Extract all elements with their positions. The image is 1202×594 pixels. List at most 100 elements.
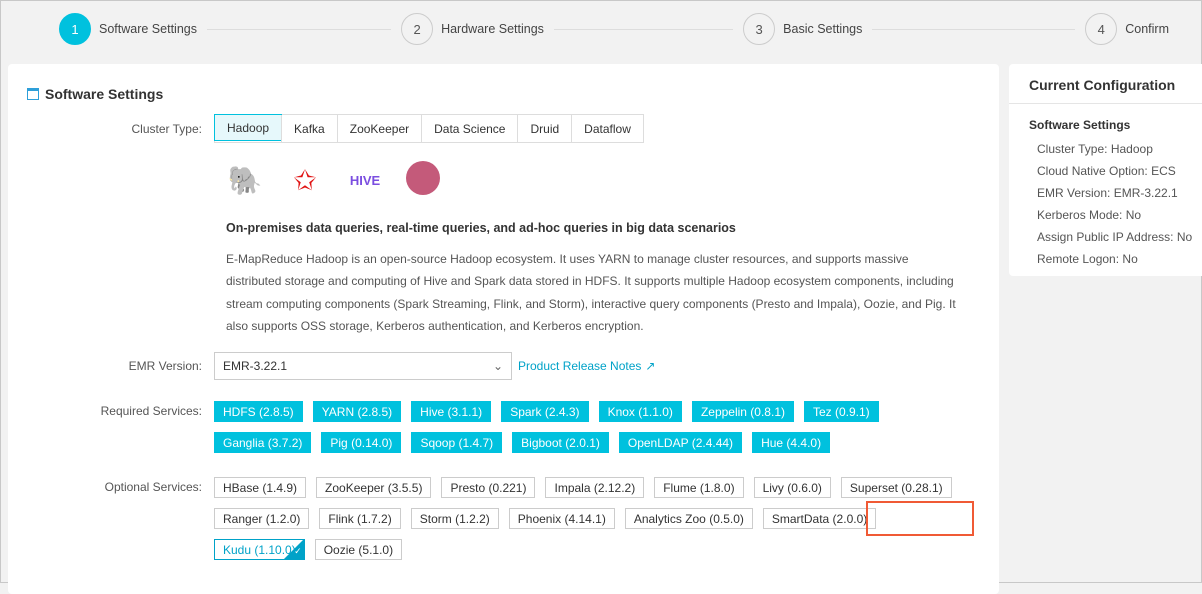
config-value: EMR-3.22.1 <box>1113 186 1178 200</box>
required-services-label: Required Services: <box>100 404 202 418</box>
step-label: Confirm <box>1125 22 1169 36</box>
cluster-type-label: Cluster Type: <box>131 121 202 136</box>
step-connector <box>206 28 392 30</box>
optional-services-list: HBase (1.4.9) ZooKeeper (3.5.5) Presto (0.… <box>214 477 964 560</box>
config-item: Cluster Type: Hadoop <box>1037 138 1202 160</box>
optional-services-label: Optional Services: <box>104 480 202 494</box>
optional-service-presto[interactable]: Presto (0.221) <box>441 477 536 498</box>
cluster-type-tabs: Hadoop Kafka ZooKeeper Data Science Drui… <box>214 114 644 143</box>
optional-service-flink[interactable]: Flink (1.7.2) <box>319 508 401 529</box>
config-key: EMR Version: <box>1037 186 1111 200</box>
step-connector <box>872 28 1076 30</box>
panel-title-text: Software Settings <box>45 86 164 102</box>
component-logos: 🐘 ✩ HIVE <box>226 161 440 199</box>
optional-service-superset[interactable]: Superset (0.28.1) <box>840 477 952 498</box>
step-number: 3 <box>743 13 776 45</box>
config-value: ECS <box>1151 164 1176 178</box>
step-hardware-settings[interactable]: 2 Hardware Settings <box>401 13 743 45</box>
emr-version-label: EMR Version: <box>128 359 202 373</box>
cluster-type-heading: On-premises data queries, real-time quer… <box>226 221 736 235</box>
flink-squirrel-icon <box>406 161 440 195</box>
optional-service-livy[interactable]: Livy (0.6.0) <box>753 477 831 498</box>
release-notes-text: Product Release Notes <box>518 359 642 373</box>
required-service-zeppelin: Zeppelin (0.8.1) <box>691 401 794 422</box>
service-label: Ranger (1.2.0) <box>223 511 301 526</box>
required-service-hue: Hue (4.4.0) <box>752 432 831 453</box>
service-label: Storm (1.2.2) <box>419 511 490 526</box>
step-number: 2 <box>401 13 434 45</box>
config-item: Remote Logon: No <box>1037 248 1202 270</box>
required-service-knox: Knox (1.1.0) <box>598 401 682 422</box>
required-service-bigboot: Bigboot (2.0.1) <box>512 432 609 453</box>
service-label: Oozie (5.1.0) <box>323 542 394 557</box>
hive-bee-icon: HIVE <box>349 172 381 188</box>
wizard-steps: 1 Software Settings 2 Hardware Settings 3B… <box>59 11 1169 47</box>
config-value: No <box>1176 230 1193 244</box>
external-link-icon: ↗ <box>645 359 656 373</box>
service-label: ZooKeeper (3.5.5) <box>325 480 423 495</box>
required-service-yarn: YARN (2.8.5) <box>312 401 402 422</box>
spark-star-icon: ✩ <box>293 164 317 196</box>
settings-window-icon <box>27 88 39 100</box>
config-item: Cloud Native Option: ECS <box>1037 160 1202 182</box>
cluster-type-hadoop[interactable]: Hadoop <box>214 114 283 141</box>
config-key: Assign Public IP Address: <box>1037 230 1174 244</box>
optional-service-analytics-zoo[interactable]: Analytics Zoo (0.5.0) <box>624 508 753 529</box>
step-label: Hardware Settings <box>441 22 544 36</box>
optional-service-kudu[interactable]: Kudu (1.10.0) ✓ <box>214 539 305 560</box>
required-service-hdfs: HDFS (2.8.5) <box>214 401 303 422</box>
required-service-sqoop: Sqoop (1.4.7) <box>411 432 503 453</box>
step-confirm[interactable]: 4 Confirm <box>1085 13 1169 45</box>
config-value: No <box>1125 208 1142 222</box>
optional-service-storm[interactable]: Storm (1.2.2) <box>410 508 499 529</box>
service-label: Superset (0.28.1) <box>849 480 943 495</box>
service-label: Presto (0.221) <box>450 480 527 495</box>
kudu-highlight-box <box>866 501 974 536</box>
config-key: Remote Logon: <box>1037 252 1120 266</box>
step-number: 1 <box>59 13 91 45</box>
cluster-type-dataflow[interactable]: Dataflow <box>571 115 643 142</box>
required-service-pig: Pig (0.14.0) <box>321 432 402 453</box>
required-services-list: HDFS (2.8.5) YARN (2.8.5) Hive (3.1.1) Spar… <box>214 401 964 453</box>
service-label: Livy (0.6.0) <box>762 480 822 495</box>
cluster-type-druid[interactable]: Druid <box>517 115 571 142</box>
emr-version-select[interactable]: EMR-3.22.1 ⌄ <box>214 352 512 380</box>
optional-service-zookeeper[interactable]: ZooKeeper (3.5.5) <box>316 477 432 498</box>
current-configuration-panel: Current Configuration Software Settings … <box>1009 64 1202 276</box>
step-connector <box>553 28 734 30</box>
optional-service-oozie[interactable]: Oozie (5.1.0) <box>314 539 403 560</box>
step-basic-settings[interactable]: 3 Basic Settings <box>743 13 1085 45</box>
step-number: 4 <box>1085 13 1118 45</box>
step-software-settings[interactable]: 1 Software Settings <box>59 13 401 45</box>
service-label: Impala (2.12.2) <box>554 480 636 495</box>
product-release-notes-link[interactable]: Product Release Notes ↗ <box>518 359 655 373</box>
step-label: Basic Settings <box>783 22 863 36</box>
required-service-ganglia: Ganglia (3.7.2) <box>214 432 312 453</box>
optional-service-impala[interactable]: Impala (2.12.2) <box>545 477 645 498</box>
required-service-spark: Spark (2.4.3) <box>501 401 589 422</box>
panel-title: Software Settings <box>27 86 163 102</box>
service-label: Analytics Zoo (0.5.0) <box>633 511 744 526</box>
config-value: Hadoop <box>1110 142 1153 156</box>
optional-service-smartdata[interactable]: SmartData (2.0.0) <box>762 508 877 529</box>
optional-service-phoenix[interactable]: Phoenix (4.14.1) <box>508 508 615 529</box>
cluster-type-data-science[interactable]: Data Science <box>421 115 517 142</box>
cluster-type-zookeeper[interactable]: ZooKeeper <box>336 115 421 142</box>
chevron-down-icon: ⌄ <box>492 359 503 373</box>
optional-service-flume[interactable]: Flume (1.8.0) <box>654 477 744 498</box>
software-settings-panel: Software Settings Cluster Type: Hadoop K… <box>8 64 999 594</box>
service-label: Flink (1.7.2) <box>328 511 392 526</box>
service-label: HBase (1.4.9) <box>223 480 298 495</box>
service-label: Flume (1.8.0) <box>663 480 735 495</box>
service-label: Phoenix (4.14.1) <box>517 511 606 526</box>
config-item: Kerberos Mode: No <box>1037 204 1202 226</box>
emr-version-value: EMR-3.22.1 <box>223 359 288 373</box>
cluster-type-kafka[interactable]: Kafka <box>281 115 337 142</box>
optional-service-hbase[interactable]: HBase (1.4.9) <box>214 477 307 498</box>
required-service-tez: Tez (0.9.1) <box>803 401 879 422</box>
optional-service-ranger[interactable]: Ranger (1.2.0) <box>214 508 310 529</box>
config-item: EMR Version: EMR-3.22.1 <box>1037 182 1202 204</box>
checkmark-icon: ✓ <box>294 546 302 556</box>
config-key: Cluster Type: <box>1037 142 1108 156</box>
step-label: Software Settings <box>99 22 197 36</box>
